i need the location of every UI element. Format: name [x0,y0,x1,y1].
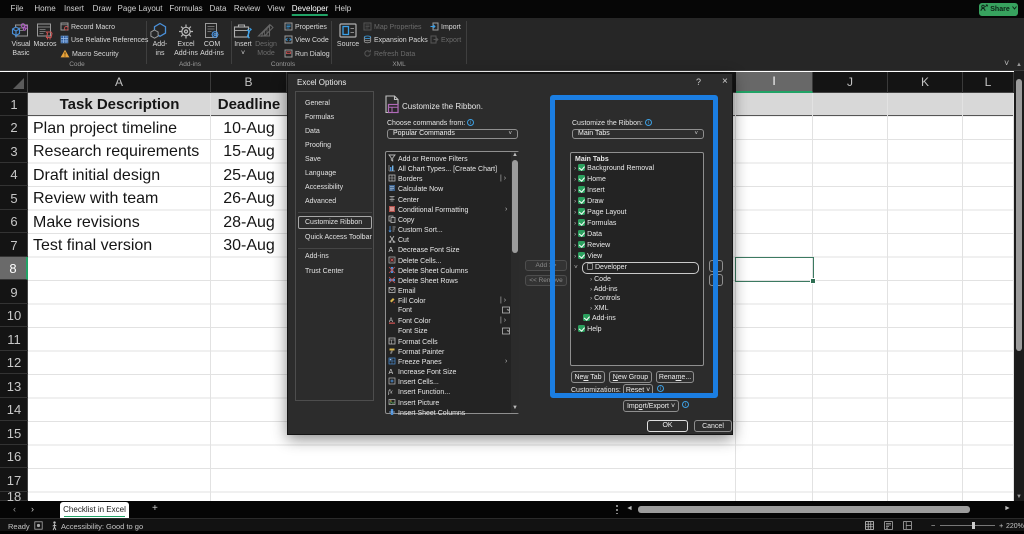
svg-text:fx: fx [388,389,393,396]
svg-text:A: A [389,369,394,375]
svg-text:A: A [389,247,394,253]
